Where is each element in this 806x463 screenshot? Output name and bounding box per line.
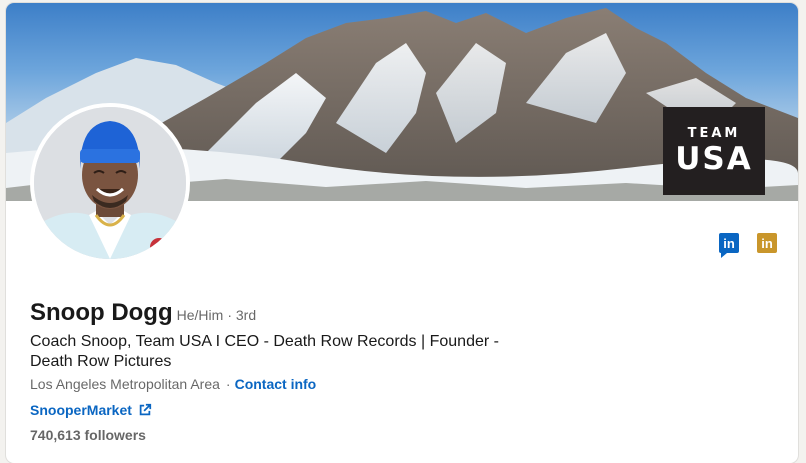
location-row: Los Angeles Metropolitan Area · Contact …	[30, 376, 316, 392]
profile-card: TEAM USA in in Snoop Dogg He/Him · 3rd C…	[6, 3, 798, 463]
separator-dot: ·	[225, 376, 231, 392]
linkedin-premium-icon[interactable]: in	[757, 233, 777, 253]
linkedin-icon[interactable]: in	[719, 233, 739, 258]
connection-degree: · 3rd	[227, 307, 257, 323]
website-label: SnooperMarket	[30, 402, 132, 418]
pronouns: He/Him	[176, 307, 224, 323]
profile-headline: Coach Snoop, Team USA I CEO - Death Row …	[30, 333, 499, 370]
external-link-icon	[138, 403, 152, 417]
followers-count: 740,613 followers	[30, 427, 146, 443]
avatar-portrait-image	[34, 107, 186, 259]
website-link[interactable]: SnooperMarket	[30, 402, 152, 418]
linkedin-gold-label: in	[761, 235, 773, 251]
profile-location: Los Angeles Metropolitan Area	[30, 376, 220, 392]
linkedin-blue-label: in	[723, 235, 735, 251]
badge-line1: TEAM	[687, 125, 741, 141]
profile-avatar[interactable]	[30, 103, 190, 263]
profile-name: Snoop Dogg	[30, 299, 173, 326]
badge-line2: USA	[675, 140, 753, 177]
contact-info-link[interactable]: Contact info	[235, 376, 317, 392]
name-row: Snoop Dogg He/Him · 3rd	[30, 299, 256, 327]
team-usa-badge: TEAM USA	[663, 107, 765, 195]
